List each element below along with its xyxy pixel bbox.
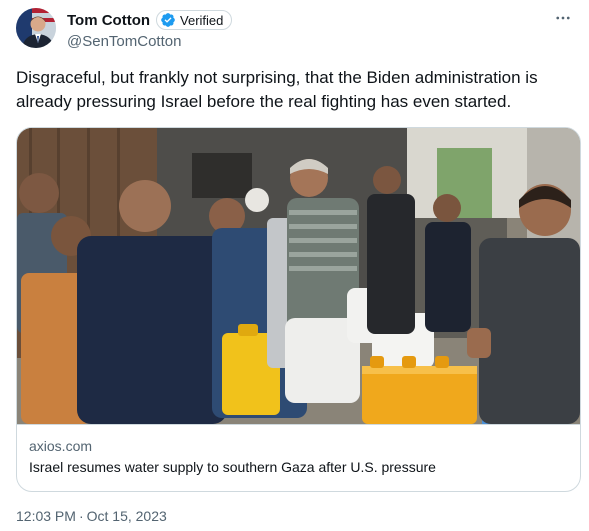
verified-badge[interactable]: Verified [156, 10, 233, 30]
more-options-button[interactable] [551, 8, 575, 28]
verified-label: Verified [180, 12, 224, 28]
card-meta: axios.com Israel resumes water supply to… [17, 424, 580, 491]
timestamp-time: 12:03 PM [16, 508, 76, 524]
card-domain: axios.com [29, 438, 93, 454]
avatar-image [16, 8, 56, 48]
more-horizontal-icon [556, 16, 570, 20]
link-card[interactable]: axios.com Israel resumes water supply to… [16, 127, 581, 492]
verified-check-icon [161, 13, 175, 27]
timestamp[interactable]: 12:03 PM · Oct 15, 2023 [16, 508, 167, 524]
tweet-text: Disgraceful, but frankly not surprising,… [16, 68, 538, 111]
timestamp-date: Oct 15, 2023 [86, 508, 167, 524]
tweet: Tom Cotton Verified @SenTomCotton Disgra… [0, 0, 589, 531]
card-title: Israel resumes water supply to southern … [29, 459, 436, 475]
card-image[interactable] [17, 128, 580, 424]
author-display-name[interactable]: Tom Cotton [67, 12, 150, 29]
author-handle[interactable]: @SenTomCotton [67, 33, 181, 50]
crowd-water-jerrycans-photo [17, 128, 580, 424]
avatar[interactable] [16, 8, 56, 48]
author-row: Tom Cotton Verified [67, 9, 233, 31]
timestamp-separator: · [78, 508, 84, 524]
